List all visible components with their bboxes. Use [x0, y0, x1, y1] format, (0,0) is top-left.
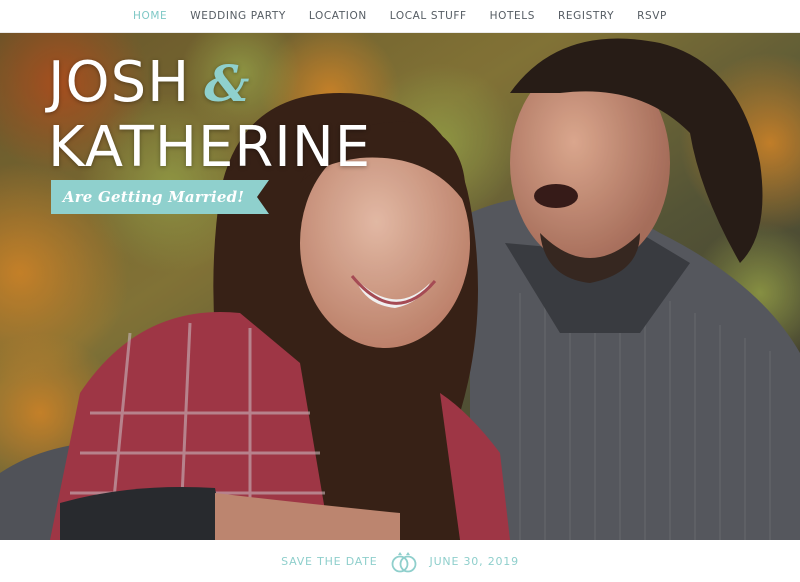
wedding-rings-icon	[391, 552, 416, 573]
nav-item-location[interactable]: LOCATION	[297, 10, 378, 22]
first-name: JOSH	[48, 50, 191, 115]
nav-item-registry[interactable]: REGISTRY	[547, 10, 626, 22]
ampersand: &	[204, 54, 251, 113]
save-the-date-bar: SAVE THE DATE JUNE 30, 2019	[0, 540, 800, 582]
second-name: KATHERINE	[48, 115, 372, 180]
nav-item-hotels[interactable]: HOTELS	[478, 10, 546, 22]
ribbon-text: Are Getting Married!	[62, 188, 245, 206]
nav-item-wedding-party[interactable]: WEDDING PARTY	[179, 10, 298, 22]
wedding-date: JUNE 30, 2019	[429, 554, 519, 568]
couple-names-heading: JOSH & KATHERINE	[48, 51, 371, 180]
getting-married-banner: Are Getting Married!	[51, 180, 269, 214]
nav-item-local-stuff[interactable]: LOCAL STUFF	[378, 10, 478, 22]
nav-list: HOME WEDDING PARTY LOCATION LOCAL STUFF …	[122, 10, 679, 22]
hero-section: JOSH & KATHERINE Are Getting Married!	[0, 33, 800, 540]
nav-item-home[interactable]: HOME	[122, 10, 179, 22]
save-the-date-label: SAVE THE DATE	[281, 554, 378, 568]
name-line-one: JOSH &	[48, 51, 371, 116]
top-navigation: HOME WEDDING PARTY LOCATION LOCAL STUFF …	[0, 0, 800, 33]
nav-item-rsvp[interactable]: RSVP	[626, 10, 679, 22]
